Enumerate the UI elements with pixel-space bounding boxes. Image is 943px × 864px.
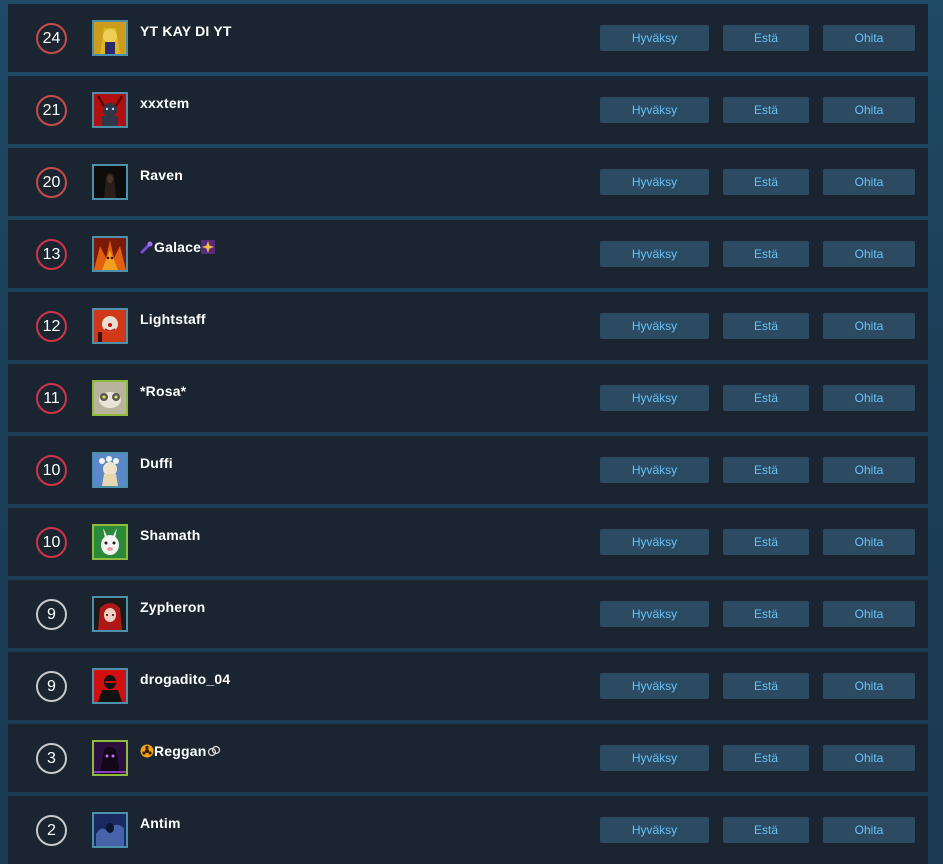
accept-button[interactable]: Hyväksy <box>600 457 709 483</box>
lemur-avatar-icon[interactable] <box>92 380 128 416</box>
steam-level-badge: 2 <box>36 815 67 846</box>
friend-name[interactable]: xxxtem <box>140 95 189 111</box>
friend-name[interactable]: Shamath <box>140 527 201 543</box>
steam-level-badge: 12 <box>36 311 67 342</box>
friend-request-row: 20 Raven Hyväksy Estä Ohita <box>8 148 928 216</box>
accept-button[interactable]: Hyväksy <box>600 673 709 699</box>
steam-level-badge: 24 <box>36 23 67 54</box>
friend-name-text: Galace <box>154 239 202 255</box>
steam-level-badge: 9 <box>36 671 67 702</box>
friend-name[interactable]: *Rosa* <box>140 383 186 399</box>
friend-name[interactable]: Lightstaff <box>140 311 206 327</box>
friend-request-row: 21 xxxtem Hyväksy Estä Ohita <box>8 76 928 144</box>
friend-request-row: 2 Antim Hyväksy Estä Ohita <box>8 796 928 864</box>
purple-comet-emoticon-icon <box>140 240 154 254</box>
ignore-button[interactable]: Ohita <box>823 601 915 627</box>
friend-request-row: 3 Reggan Hyväksy Estä Ohita <box>8 724 928 792</box>
accept-button[interactable]: Hyväksy <box>600 817 709 843</box>
block-button[interactable]: Estä <box>723 745 809 771</box>
friend-name-text: Reggan <box>154 743 207 759</box>
ignore-button[interactable]: Ohita <box>823 25 915 51</box>
accept-button[interactable]: Hyväksy <box>600 97 709 123</box>
block-button[interactable]: Estä <box>723 817 809 843</box>
accept-button[interactable]: Hyväksy <box>600 529 709 555</box>
accept-button[interactable]: Hyväksy <box>600 25 709 51</box>
steam-level-badge: 20 <box>36 167 67 198</box>
accept-button[interactable]: Hyväksy <box>600 745 709 771</box>
ignore-button[interactable]: Ohita <box>823 169 915 195</box>
friend-name[interactable]: drogadito_04 <box>140 671 230 687</box>
ignore-button[interactable]: Ohita <box>823 457 915 483</box>
fire-demon-avatar-icon[interactable] <box>92 236 128 272</box>
purple-sparkle-emoticon-icon <box>201 240 216 254</box>
purple-reaper-avatar-icon[interactable] <box>92 740 128 776</box>
friend-request-row: 11 *Rosa* Hyväksy Estä Ohita <box>8 364 928 432</box>
accept-button[interactable]: Hyväksy <box>600 313 709 339</box>
red-demon-avatar-icon[interactable] <box>92 92 128 128</box>
block-button[interactable]: Estä <box>723 601 809 627</box>
friend-name[interactable]: Antim <box>140 815 181 831</box>
block-button[interactable]: Estä <box>723 313 809 339</box>
steam-level-badge: 13 <box>36 239 67 270</box>
block-button[interactable]: Estä <box>723 241 809 267</box>
steam-level-badge: 21 <box>36 95 67 126</box>
steam-level-badge: 3 <box>36 743 67 774</box>
red-clown-avatar-icon[interactable] <box>92 308 128 344</box>
ignore-button[interactable]: Ohita <box>823 385 915 411</box>
accept-button[interactable]: Hyväksy <box>600 241 709 267</box>
friend-request-row: 13 Galace Hyväksy Estä Ohita <box>8 220 928 288</box>
block-button[interactable]: Estä <box>723 673 809 699</box>
ignore-button[interactable]: Ohita <box>823 673 915 699</box>
blue-smoke-figure-avatar-icon[interactable] <box>92 812 128 848</box>
skull-emoticon-icon <box>207 744 221 758</box>
biohazard-emoticon-icon <box>140 744 154 758</box>
block-button[interactable]: Estä <box>723 25 809 51</box>
dark-hooded-avatar-icon[interactable] <box>92 164 128 200</box>
friend-name[interactable]: Zypheron <box>140 599 205 615</box>
friend-request-row: 10 Shamath Hyväksy Estä Ohita <box>8 508 928 576</box>
friend-name[interactable]: Reggan <box>140 743 221 759</box>
steam-level-badge: 10 <box>36 527 67 558</box>
friend-name[interactable]: YT KAY DI YT <box>140 23 232 39</box>
accept-button[interactable]: Hyväksy <box>600 601 709 627</box>
red-hair-girl-avatar-icon[interactable] <box>92 596 128 632</box>
ignore-button[interactable]: Ohita <box>823 817 915 843</box>
friend-name[interactable]: Raven <box>140 167 183 183</box>
friend-request-row: 10 Duffi Hyväksy Estä Ohita <box>8 436 928 504</box>
masked-figure-avatar-icon[interactable] <box>92 668 128 704</box>
accept-button[interactable]: Hyväksy <box>600 385 709 411</box>
block-button[interactable]: Estä <box>723 529 809 555</box>
ignore-button[interactable]: Ohita <box>823 97 915 123</box>
block-button[interactable]: Estä <box>723 385 809 411</box>
friend-request-row: 9 Zypheron Hyväksy Estä Ohita <box>8 580 928 648</box>
friend-name[interactable]: Galace <box>140 239 216 255</box>
friend-request-row: 9 drogadito_04 Hyväksy Estä Ohita <box>8 652 928 720</box>
ignore-button[interactable]: Ohita <box>823 241 915 267</box>
flower-girl-avatar-icon[interactable] <box>92 452 128 488</box>
block-button[interactable]: Estä <box>723 457 809 483</box>
steam-level-badge: 10 <box>36 455 67 486</box>
friend-request-list: 24 YT KAY DI YT Hyväksy Estä Ohita 21 xx… <box>8 4 928 864</box>
friend-request-row: 12 Lightstaff Hyväksy Estä Ohita <box>8 292 928 360</box>
steam-level-badge: 11 <box>36 383 67 414</box>
steam-level-badge: 9 <box>36 599 67 630</box>
friend-request-row: 24 YT KAY DI YT Hyväksy Estä Ohita <box>8 4 928 72</box>
ignore-button[interactable]: Ohita <box>823 529 915 555</box>
friend-name[interactable]: Duffi <box>140 455 173 471</box>
ignore-button[interactable]: Ohita <box>823 313 915 339</box>
block-button[interactable]: Estä <box>723 97 809 123</box>
blonde-character-avatar-icon[interactable] <box>92 20 128 56</box>
accept-button[interactable]: Hyväksy <box>600 169 709 195</box>
white-llama-avatar-icon[interactable] <box>92 524 128 560</box>
block-button[interactable]: Estä <box>723 169 809 195</box>
ignore-button[interactable]: Ohita <box>823 745 915 771</box>
